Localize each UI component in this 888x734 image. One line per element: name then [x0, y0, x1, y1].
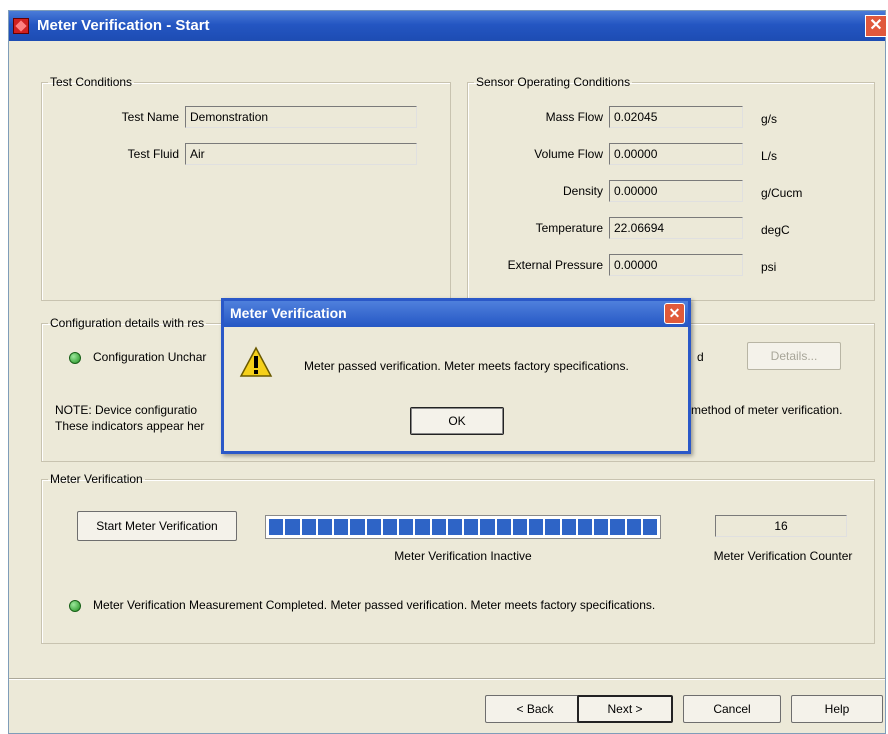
config-note-line1-tail: method of meter verification. — [691, 403, 843, 417]
density-unit: g/Cucm — [761, 186, 803, 200]
mass-flow-field: 0.02045 — [609, 106, 743, 128]
progress-segment — [447, 519, 462, 535]
config-note-line1: NOTE: Device configuratio — [55, 403, 198, 417]
test-conditions-legend: Test Conditions — [50, 75, 133, 89]
dialog-message: Meter passed verification. Meter meets f… — [304, 359, 629, 373]
verification-result-led — [69, 600, 81, 612]
verification-progress-bar — [265, 515, 661, 539]
configuration-status-led — [69, 352, 81, 364]
progress-segment — [545, 519, 560, 535]
density-label: Density — [562, 184, 603, 198]
progress-segment — [382, 519, 397, 535]
mass-flow-label: Mass Flow — [545, 110, 603, 124]
test-name-field[interactable]: Demonstration — [185, 106, 417, 128]
progress-segment — [626, 519, 641, 535]
progress-segment — [480, 519, 495, 535]
configuration-legend: Configuration details with res — [50, 316, 205, 330]
progress-segment — [464, 519, 479, 535]
back-button[interactable]: < Back — [485, 695, 585, 723]
start-meter-verification-button[interactable]: Start Meter Verification — [77, 511, 237, 541]
verification-counter-label: Meter Verification Counter — [713, 549, 853, 563]
progress-segment — [610, 519, 625, 535]
density-field: 0.00000 — [609, 180, 743, 202]
window-close-button[interactable]: ✕ — [865, 15, 887, 37]
mass-flow-unit: g/s — [761, 112, 778, 126]
config-note-line2: These indicators appear her — [55, 419, 205, 433]
progress-segment — [269, 519, 284, 535]
test-fluid-label: Test Fluid — [127, 147, 179, 161]
volume-flow-field: 0.00000 — [609, 143, 743, 165]
progress-segment — [350, 519, 365, 535]
progress-segment — [512, 519, 527, 535]
progress-segment — [496, 519, 511, 535]
test-fluid-field[interactable]: Air — [185, 143, 417, 165]
next-button[interactable]: Next > — [577, 695, 673, 723]
progress-segment — [642, 519, 657, 535]
progress-segment — [529, 519, 544, 535]
external-pressure-label: External Pressure — [507, 258, 603, 272]
verification-result-text: Meter Verification Measurement Completed… — [93, 598, 656, 612]
window-title: Meter Verification - Start — [37, 17, 210, 34]
progress-segment — [561, 519, 576, 535]
verification-counter-field: 16 — [715, 515, 847, 537]
dialog-title: Meter Verification — [230, 305, 347, 321]
external-pressure-unit: psi — [761, 260, 777, 274]
progress-segment — [285, 519, 300, 535]
progress-segment — [366, 519, 381, 535]
progress-segment — [301, 519, 316, 535]
dialog-close-button[interactable]: ✕ — [664, 303, 685, 324]
help-button[interactable]: Help — [791, 695, 883, 723]
footer-separator — [9, 678, 885, 680]
app-icon — [13, 18, 29, 34]
temperature-field: 22.06694 — [609, 217, 743, 239]
progress-segment — [399, 519, 414, 535]
temperature-label: Temperature — [535, 221, 603, 235]
progress-segment — [317, 519, 332, 535]
warning-icon — [239, 346, 273, 377]
progress-segment — [415, 519, 430, 535]
test-name-label: Test Name — [121, 110, 179, 124]
progress-segment — [334, 519, 349, 535]
volume-flow-label: Volume Flow — [534, 147, 603, 161]
meter-verification-legend: Meter Verification — [50, 472, 143, 486]
configuration-status-text: Configuration Unchar — [93, 350, 207, 364]
dialog-titlebar[interactable]: Meter Verification ✕ — [224, 301, 688, 327]
sensor-conditions-legend: Sensor Operating Conditions — [476, 75, 631, 89]
temperature-unit: degC — [761, 223, 790, 237]
cancel-button[interactable]: Cancel — [683, 695, 781, 723]
external-pressure-field: 0.00000 — [609, 254, 743, 276]
configuration-fragment-text: d — [697, 350, 704, 364]
volume-flow-unit: L/s — [761, 149, 778, 163]
progress-segment — [594, 519, 609, 535]
progress-segment — [577, 519, 592, 535]
window-titlebar[interactable]: Meter Verification - Start ✕ — [9, 11, 887, 41]
verification-status-text: Meter Verification Inactive — [394, 549, 532, 563]
meter-verification-window: Meter Verification - Start ✕ Test Condit… — [8, 10, 887, 734]
progress-segment — [431, 519, 446, 535]
dialog-ok-button[interactable]: OK — [410, 407, 504, 435]
details-button[interactable]: Details... — [747, 342, 841, 370]
verification-result-dialog: Meter Verification ✕ Meter passed verifi… — [221, 298, 691, 454]
